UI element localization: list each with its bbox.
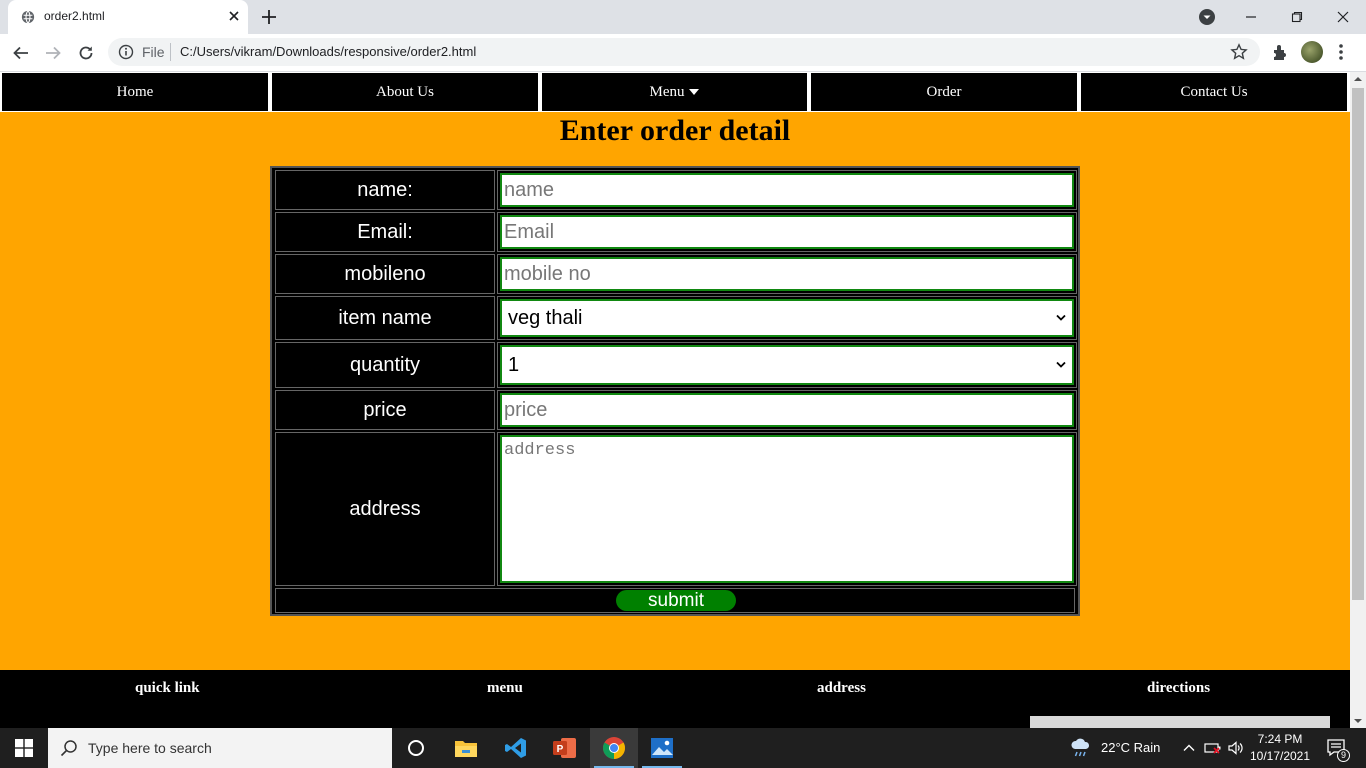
forward-icon[interactable] xyxy=(42,42,64,64)
quantity-value: 1 xyxy=(508,353,520,376)
caret-down-icon xyxy=(688,89,699,95)
footer-address-heading: address xyxy=(817,680,866,696)
mobile-label: mobileno xyxy=(275,254,495,294)
windows-logo-icon xyxy=(15,739,33,757)
item-name-label: item name xyxy=(275,296,495,340)
minimize-icon[interactable] xyxy=(1228,0,1274,34)
extensions-icon[interactable] xyxy=(1270,42,1290,62)
taskbar-search[interactable]: Type here to search xyxy=(48,728,392,768)
nav-order[interactable]: Order xyxy=(811,73,1077,111)
mobile-input[interactable]: mobile no xyxy=(500,257,1074,291)
address-textarea[interactable]: address xyxy=(500,435,1074,583)
scrollbar-thumb[interactable] xyxy=(1352,88,1364,600)
chevron-down-icon xyxy=(1056,314,1066,321)
nav-about-label: About Us xyxy=(376,83,434,100)
email-input[interactable]: Email xyxy=(500,215,1074,249)
weather-text[interactable]: 22°C Rain xyxy=(1101,740,1160,755)
address-label: address xyxy=(275,432,495,586)
page-title: Enter order detail xyxy=(559,114,791,147)
clock-time: 7:24 PM xyxy=(1257,732,1303,746)
chrome-icon[interactable] xyxy=(590,728,638,768)
reload-icon[interactable] xyxy=(75,42,97,64)
scroll-up-icon[interactable] xyxy=(1350,72,1366,86)
url-separator xyxy=(170,43,171,61)
page-scrollbar[interactable] xyxy=(1350,72,1366,728)
browser-toolbar: File C:/Users/vikram/Downloads/responsiv… xyxy=(0,34,1366,72)
nav-order-label: Order xyxy=(926,83,962,100)
footer-directions-heading: directions xyxy=(1147,680,1211,696)
tab-title: order2.html xyxy=(44,9,105,23)
bookmark-star-icon[interactable] xyxy=(1230,43,1248,61)
globe-icon xyxy=(21,10,35,24)
close-window-icon[interactable] xyxy=(1320,0,1366,34)
system-clock[interactable]: 7:24 PM 10/17/2021 xyxy=(1248,731,1312,765)
notifications-button[interactable]: 9 xyxy=(1318,728,1366,768)
browser-tab[interactable]: order2.html xyxy=(8,0,248,34)
browser-tab-strip: order2.html xyxy=(0,0,1366,34)
order-form: name: name Email: Email mobileno mobile … xyxy=(270,166,1080,616)
item-name-value: veg thali xyxy=(508,306,583,329)
restore-icon[interactable] xyxy=(1274,0,1320,34)
email-label: Email: xyxy=(275,212,495,252)
search-icon xyxy=(60,740,77,757)
submit-button[interactable]: submit xyxy=(616,590,736,611)
vscode-icon[interactable] xyxy=(492,728,540,768)
page-viewport: Home About Us Menu Order Contact Us Ente… xyxy=(0,72,1350,728)
nav-menu-label: Menu xyxy=(649,83,685,100)
chevron-down-icon xyxy=(1056,361,1066,368)
price-label: price xyxy=(275,390,495,430)
search-placeholder: Type here to search xyxy=(88,740,212,756)
chevron-up-icon[interactable] xyxy=(1182,741,1196,755)
top-navigation: Home About Us Menu Order Contact Us xyxy=(0,72,1350,112)
nav-about-us[interactable]: About Us xyxy=(272,73,538,111)
price-input[interactable]: price xyxy=(500,393,1074,427)
cortana-icon[interactable] xyxy=(392,728,440,768)
quantity-select[interactable]: 1 xyxy=(500,345,1074,385)
quantity-label: quantity xyxy=(275,342,495,388)
weather-rain-icon[interactable] xyxy=(1070,738,1092,758)
svg-text:P: P xyxy=(557,744,564,755)
submit-row: submit xyxy=(275,588,1075,613)
profile-avatar[interactable] xyxy=(1301,41,1323,63)
close-tab-icon[interactable] xyxy=(226,8,242,24)
nav-contact-us[interactable]: Contact Us xyxy=(1081,73,1347,111)
tab-search-icon[interactable] xyxy=(1198,8,1216,26)
name-label: name: xyxy=(275,170,495,210)
new-tab-icon[interactable] xyxy=(260,8,278,26)
speaker-icon[interactable] xyxy=(1227,740,1245,756)
directions-map-frame[interactable] xyxy=(1030,716,1330,728)
nav-home[interactable]: Home xyxy=(2,73,268,111)
windows-taskbar: Type here to search P 22°C Rain 7:24 PM … xyxy=(0,728,1366,768)
scroll-down-icon[interactable] xyxy=(1350,714,1366,728)
footer-quick-link-heading: quick link xyxy=(135,680,200,696)
powerpoint-icon[interactable]: P xyxy=(541,728,589,768)
url-scheme-label: File xyxy=(142,44,165,60)
address-bar[interactable]: File C:/Users/vikram/Downloads/responsiv… xyxy=(108,38,1260,66)
page-footer: quick link menu address directions xyxy=(0,670,1350,728)
info-icon[interactable] xyxy=(118,44,134,60)
file-explorer-icon[interactable] xyxy=(442,728,490,768)
back-icon[interactable] xyxy=(10,42,32,64)
notification-count-badge: 9 xyxy=(1337,749,1350,762)
item-name-select[interactable]: veg thali xyxy=(500,299,1074,337)
url-text[interactable]: C:/Users/vikram/Downloads/responsive/ord… xyxy=(180,44,476,59)
battery-icon[interactable] xyxy=(1204,741,1222,755)
nav-menu[interactable]: Menu xyxy=(542,73,807,111)
nav-contact-label: Contact Us xyxy=(1180,83,1248,100)
photos-icon[interactable] xyxy=(638,728,686,768)
name-input[interactable]: name xyxy=(500,173,1074,207)
start-button[interactable] xyxy=(0,728,48,768)
footer-menu-heading: menu xyxy=(487,680,523,696)
more-menu-icon[interactable] xyxy=(1336,42,1346,62)
clock-date: 10/17/2021 xyxy=(1249,749,1311,763)
nav-home-label: Home xyxy=(116,83,154,100)
